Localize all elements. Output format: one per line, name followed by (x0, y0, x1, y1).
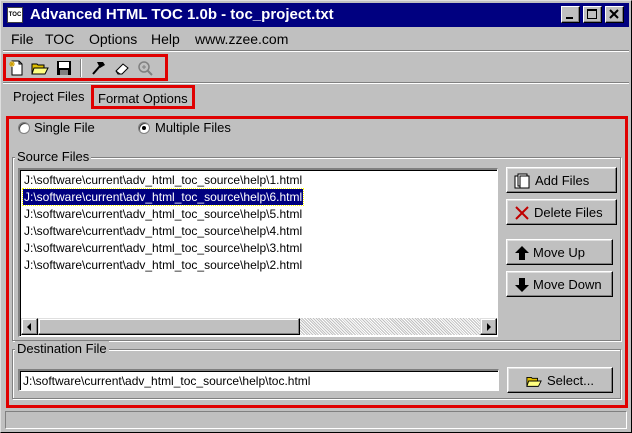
app-icon[interactable]: TOC (7, 7, 23, 23)
move-down-button[interactable]: Move Down (506, 271, 613, 297)
scrollbar-thumb[interactable] (38, 318, 300, 335)
arrow-right-icon (487, 323, 491, 331)
menu-website[interactable]: www.zzee.com (195, 31, 288, 47)
tab-project-files[interactable]: Project Files (13, 89, 85, 104)
app-window: TOC Advanced HTML TOC 1.0b - toc_project… (0, 0, 632, 433)
close-button[interactable] (605, 6, 624, 23)
toolbar-separator (80, 59, 82, 77)
menu-help[interactable]: Help (151, 31, 180, 47)
select-label: Select... (547, 373, 594, 388)
close-icon (609, 9, 619, 19)
single-file-radio[interactable] (18, 122, 30, 134)
arrow-up-icon (515, 246, 529, 260)
list-item[interactable]: J:\software\current\adv_html_toc_source\… (23, 172, 303, 188)
arrow-down-icon (515, 278, 529, 292)
zoom-icon[interactable] (137, 60, 155, 76)
multiple-files-radio[interactable] (138, 122, 150, 134)
menu-options[interactable]: Options (89, 31, 137, 47)
save-disk-icon[interactable] (55, 60, 73, 76)
move-down-label: Move Down (533, 277, 602, 292)
multiple-files-label[interactable]: Multiple Files (155, 120, 231, 135)
delete-files-button[interactable]: Delete Files (506, 199, 617, 225)
menu-toc[interactable]: TOC (45, 31, 74, 47)
open-folder-icon (526, 377, 542, 387)
minimize-button[interactable] (561, 6, 580, 23)
open-folder-icon[interactable] (31, 60, 49, 76)
delete-files-label: Delete Files (534, 205, 603, 220)
menu-bar: File TOC Options Help www.zzee.com (3, 28, 629, 50)
menu-separator (3, 50, 629, 52)
move-up-button[interactable]: Move Up (506, 239, 613, 265)
toolbar-separator-line (3, 82, 629, 84)
window-title: Advanced HTML TOC 1.0b - toc_project.txt (30, 6, 334, 23)
list-item[interactable]: J:\software\current\adv_html_toc_source\… (23, 240, 303, 256)
arrow-left-icon (27, 323, 31, 331)
tab-format-options[interactable]: Format Options (98, 91, 188, 106)
toolbar (3, 54, 168, 81)
destination-file-field[interactable]: J:\software\current\adv_html_toc_source\… (18, 369, 499, 391)
list-item[interactable]: J:\software\current\adv_html_toc_source\… (23, 257, 303, 273)
horizontal-scrollbar[interactable] (21, 318, 497, 335)
list-item-selected[interactable]: J:\software\current\adv_html_toc_source\… (21, 188, 305, 206)
select-button[interactable]: Select... (507, 367, 613, 393)
add-files-icon (514, 173, 530, 189)
maximize-button[interactable] (583, 6, 602, 23)
move-up-label: Move Up (533, 245, 586, 260)
hammer-icon[interactable] (89, 60, 107, 76)
status-bar (5, 411, 627, 429)
list-item[interactable]: J:\software\current\adv_html_toc_source\… (23, 206, 303, 222)
list-item[interactable]: J:\software\current\adv_html_toc_source\… (23, 223, 303, 239)
single-file-label[interactable]: Single File (34, 120, 95, 135)
scroll-right-button[interactable] (480, 318, 497, 335)
scroll-left-button[interactable] (21, 318, 38, 335)
maximize-icon (587, 9, 597, 19)
source-files-list[interactable]: J:\software\current\adv_html_toc_source\… (18, 168, 498, 337)
add-files-button[interactable]: Add Files (506, 167, 617, 193)
new-file-icon[interactable] (8, 60, 26, 76)
add-files-label: Add Files (535, 173, 590, 188)
delete-x-icon (515, 206, 529, 220)
title-bar[interactable]: TOC Advanced HTML TOC 1.0b - toc_project… (3, 3, 629, 27)
destination-file-label: Destination File (15, 341, 109, 356)
menu-file[interactable]: File (11, 31, 34, 47)
eraser-icon[interactable] (113, 60, 131, 76)
source-files-label: Source Files (15, 149, 92, 164)
minimize-icon (566, 17, 573, 19)
